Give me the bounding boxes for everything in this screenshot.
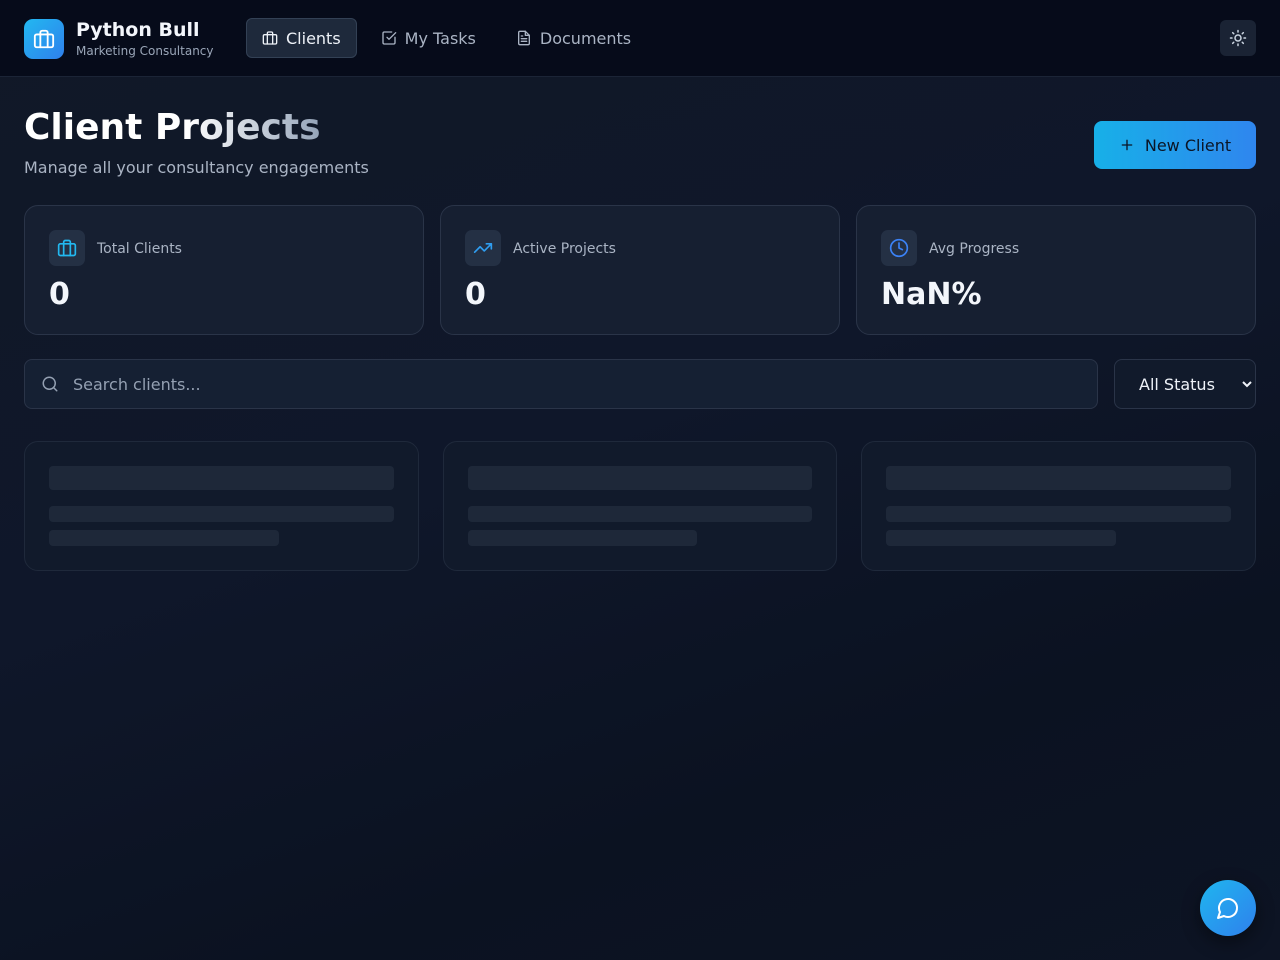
search-box bbox=[24, 359, 1098, 409]
skeleton-line bbox=[468, 506, 812, 522]
nav-tab-label: My Tasks bbox=[404, 28, 476, 48]
stat-card-active-projects: Active Projects 0 bbox=[440, 205, 840, 335]
file-text-icon bbox=[517, 30, 530, 46]
brand-subtitle: Marketing Consultancy bbox=[76, 44, 214, 58]
plus-icon bbox=[1121, 139, 1133, 151]
briefcase-icon bbox=[24, 18, 64, 59]
trending-up-icon bbox=[465, 230, 501, 266]
skeleton-line bbox=[468, 466, 812, 490]
new-client-button[interactable]: New Client bbox=[1094, 121, 1256, 169]
clock-icon bbox=[881, 230, 917, 266]
brand-name: Python Bull bbox=[76, 19, 200, 41]
page-title: Client Projects bbox=[24, 107, 321, 148]
brand[interactable]: Python Bull Marketing Consultancy bbox=[24, 18, 214, 59]
main-nav: Clients My Tasks Documents bbox=[246, 18, 655, 58]
nav-tab-my-tasks[interactable]: My Tasks bbox=[365, 18, 492, 58]
search-icon bbox=[42, 376, 58, 392]
stat-card-total-clients: Total Clients 0 bbox=[24, 205, 424, 335]
stat-label: Total Clients bbox=[97, 241, 182, 257]
status-filter-select[interactable]: All Status bbox=[1114, 359, 1256, 409]
stat-value: 0 bbox=[49, 277, 70, 312]
skeleton-line bbox=[886, 466, 1231, 490]
theme-toggle-button[interactable] bbox=[1220, 20, 1256, 56]
briefcase-icon bbox=[49, 230, 85, 266]
skeleton-line bbox=[886, 530, 1116, 546]
skeleton-line bbox=[49, 506, 394, 522]
client-card-skeleton bbox=[443, 441, 837, 571]
chat-button[interactable] bbox=[1200, 880, 1256, 936]
square-check-icon bbox=[381, 31, 396, 45]
page-subtitle: Manage all your consultancy engagements bbox=[24, 158, 369, 177]
sun-icon bbox=[1229, 29, 1247, 47]
nav-tab-documents[interactable]: Documents bbox=[500, 18, 647, 58]
client-card-skeleton bbox=[861, 441, 1256, 571]
skeleton-line bbox=[468, 530, 697, 546]
message-circle-icon bbox=[1217, 898, 1238, 919]
skeleton-line bbox=[886, 506, 1231, 522]
client-card-skeleton bbox=[24, 441, 419, 571]
nav-tab-label: Documents bbox=[539, 28, 632, 48]
skeleton-line bbox=[49, 466, 394, 490]
nav-tab-clients[interactable]: Clients bbox=[246, 18, 357, 58]
new-client-label: New Client bbox=[1144, 135, 1232, 155]
stat-card-avg-progress: Avg Progress NaN% bbox=[856, 205, 1256, 335]
top-navigation-bar: Python Bull Marketing Consultancy Client… bbox=[0, 0, 1280, 77]
stat-value: 0 bbox=[465, 277, 486, 312]
stat-label: Avg Progress bbox=[929, 241, 1020, 257]
stat-value: NaN% bbox=[881, 277, 982, 312]
nav-tab-label: Clients bbox=[286, 28, 341, 48]
stat-label: Active Projects bbox=[513, 241, 616, 257]
search-input[interactable] bbox=[73, 360, 1083, 408]
skeleton-line bbox=[49, 530, 279, 546]
briefcase-icon bbox=[262, 31, 278, 45]
